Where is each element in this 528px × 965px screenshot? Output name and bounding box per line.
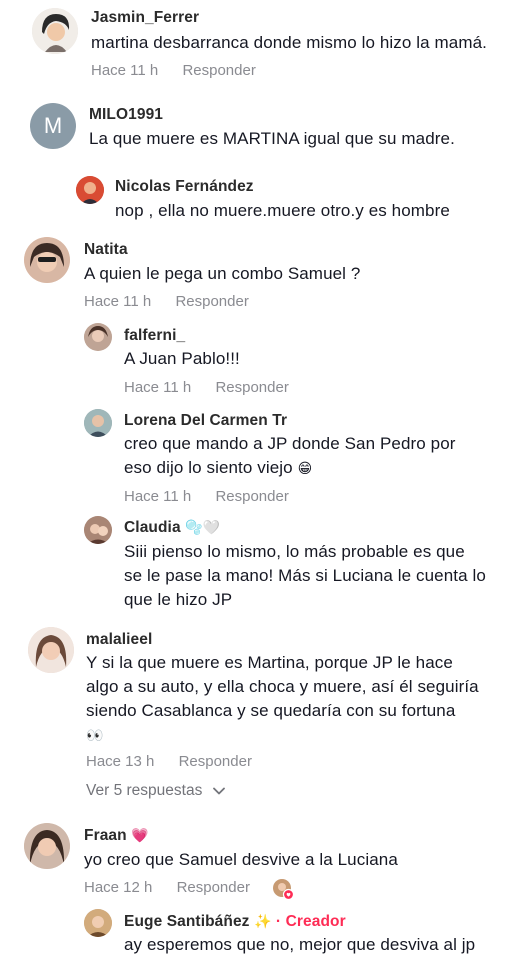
avatar-claudia[interactable] bbox=[84, 516, 112, 544]
bubbles-badge-icon: 🫧🤍 bbox=[185, 520, 221, 536]
reply-username: Claudia 🫧🤍 bbox=[124, 519, 220, 537]
view-replies-label: Ver 5 respuestas bbox=[86, 782, 203, 799]
avatar-letter: M bbox=[43, 113, 63, 138]
comment-text-line: Y si la que muere es Martina, porque JP … bbox=[86, 653, 453, 672]
reply-text: A Juan Pablo!!! bbox=[124, 349, 240, 368]
comment-text-line: 👀 bbox=[86, 723, 516, 748]
avatar-nicolas[interactable] bbox=[76, 176, 104, 204]
reply-username-text[interactable]: Euge Santibáñez bbox=[124, 913, 250, 930]
avatar-malalieel[interactable] bbox=[28, 627, 74, 673]
reply-time: Hace 11 h bbox=[124, 488, 192, 505]
reply-text: creo que mando a JP donde San Pedro por … bbox=[124, 432, 524, 481]
reply-button[interactable]: Responder bbox=[175, 293, 248, 310]
comment-text: A quien le pega un combo Samuel ? bbox=[84, 264, 361, 283]
comment-username[interactable]: malalieel bbox=[86, 631, 152, 649]
reply-text-line-2: eso dijo lo siento viejo bbox=[124, 458, 293, 477]
comment-time: Hace 11 h bbox=[91, 62, 159, 79]
reply-text-line: eso dijo lo siento viejo 😁 bbox=[124, 456, 524, 481]
avatar-natita[interactable] bbox=[24, 237, 70, 283]
comment-meta: Hace 13 h Responder bbox=[86, 753, 252, 770]
comment-username[interactable]: Jasmin_Ferrer bbox=[91, 9, 199, 27]
comment-meta: Hace 11 h Responder bbox=[84, 293, 249, 310]
avatar-milo[interactable]: M bbox=[30, 103, 76, 149]
comment-text: yo creo que Samuel desvive a la Luciana bbox=[84, 850, 398, 869]
comment-meta: Hace 12 h Responder bbox=[84, 879, 250, 896]
comment-text: martina desbarranca donde mismo lo hizo … bbox=[91, 33, 487, 52]
comment-time: Hace 13 h bbox=[86, 753, 155, 770]
reply-text: Siii pienso lo mismo, lo más probable es… bbox=[124, 540, 524, 612]
creator-liked-icon bbox=[272, 878, 295, 901]
avatar-lorena[interactable] bbox=[84, 409, 112, 437]
creator-label: Creador bbox=[285, 913, 346, 930]
reply-username-text[interactable]: Claudia bbox=[124, 519, 181, 536]
comment-text: La que muere es MARTINA igual que su mad… bbox=[89, 129, 455, 148]
heart-badge-icon: 💗 bbox=[131, 828, 149, 844]
comment-username[interactable]: Natita bbox=[84, 241, 128, 259]
reply-button[interactable]: Responder bbox=[215, 379, 288, 396]
reply-button[interactable]: Responder bbox=[215, 488, 288, 505]
reply-button[interactable]: Responder bbox=[179, 753, 252, 770]
comment-text: Y si la que muere es Martina, porque JP … bbox=[86, 651, 516, 748]
creator-separator: · bbox=[275, 913, 282, 930]
reply-text: ay esperemos que no, mejor que desviva a… bbox=[124, 935, 476, 954]
comment-username[interactable]: MILO1991 bbox=[89, 106, 163, 124]
avatar-jasmin[interactable] bbox=[32, 8, 78, 54]
comment-meta: Hace 11 h Responder bbox=[91, 62, 256, 79]
reply-username: Euge Santibáñez ✨ · Creador bbox=[124, 913, 346, 931]
reply-text-line: creo que mando a JP donde San Pedro por bbox=[124, 434, 456, 453]
reply-button[interactable]: Responder bbox=[177, 879, 250, 896]
avatar-fraan[interactable] bbox=[24, 823, 70, 869]
reply-username[interactable]: Lorena Del Carmen Tr bbox=[124, 412, 287, 430]
reply-text-line: que le hizo JP bbox=[124, 590, 233, 609]
comment-username: Fraan 💗 bbox=[84, 827, 149, 845]
avatar-euge[interactable] bbox=[84, 909, 112, 937]
reply-text: nop , ella no muere.muere otro.y es homb… bbox=[115, 201, 450, 220]
comment-time: Hace 12 h bbox=[84, 879, 153, 896]
comment-text-line: algo a su auto, y ella choca y muere, as… bbox=[86, 677, 479, 696]
reply-text-line: se le pase la mano! Más si Luciana le cu… bbox=[124, 566, 486, 585]
reply-time: Hace 11 h bbox=[124, 379, 192, 396]
comment-username-text[interactable]: Fraan bbox=[84, 827, 127, 844]
chevron-down-icon bbox=[212, 787, 225, 795]
avatar-falferni[interactable] bbox=[84, 323, 112, 351]
reply-username[interactable]: Nicolas Fernández bbox=[115, 178, 254, 196]
reply-meta: Hace 11 h Responder bbox=[124, 379, 289, 396]
view-replies-button[interactable]: Ver 5 respuestas bbox=[86, 782, 225, 800]
reply-text-line: Siii pienso lo mismo, lo más probable es… bbox=[124, 542, 465, 561]
sparkles-badge-icon: ✨ bbox=[253, 914, 272, 930]
reply-button[interactable]: Responder bbox=[182, 62, 255, 79]
eyes-emoji-icon: 👀 bbox=[86, 728, 104, 744]
comment-time: Hace 11 h bbox=[84, 293, 152, 310]
grin-emoji-icon: 😁 bbox=[297, 461, 313, 477]
comment-text-line: siendo Casablanca y se quedaría con su f… bbox=[86, 701, 456, 720]
reply-username[interactable]: falferni_ bbox=[124, 327, 185, 345]
reply-meta: Hace 11 h Responder bbox=[124, 488, 289, 505]
